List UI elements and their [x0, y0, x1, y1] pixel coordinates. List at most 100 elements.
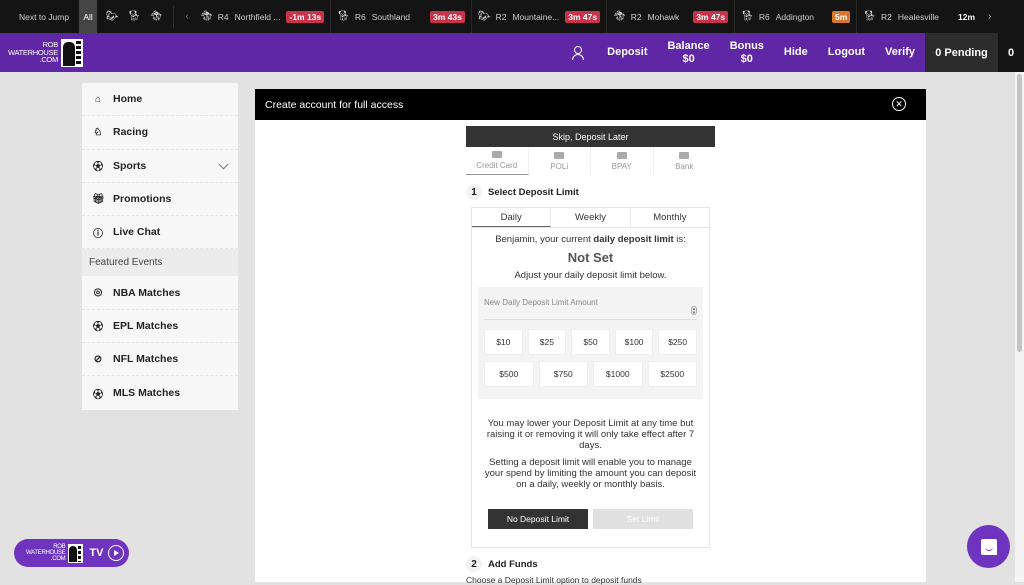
- sidebar-item-label: MLS Matches: [113, 387, 181, 400]
- sidebar-item-promotions[interactable]: 🎁︎ Promotions: [82, 183, 238, 217]
- race-item[interactable]: 🐎︎ R2 Mountaine... 3m 47s: [472, 0, 608, 33]
- payment-methods: Credit Card POLi BPAY Bank: [466, 147, 715, 175]
- thoroughbred-filter-icon[interactable]: 🐎︎: [101, 11, 123, 22]
- sidebar-item-nba[interactable]: ◎ NBA Matches: [82, 276, 238, 310]
- greyhound-icon: 🐕︎: [337, 11, 350, 22]
- no-deposit-limit-button[interactable]: No Deposit Limit: [488, 509, 588, 529]
- race-venue: Healesville: [897, 11, 940, 22]
- scrollbar-thumb[interactable]: [1017, 74, 1022, 352]
- harness-icon: 🏇︎: [613, 11, 626, 22]
- preset-amount-button[interactable]: $1000: [593, 361, 643, 387]
- sidebar-item-label: NFL Matches: [113, 353, 179, 366]
- help-icon: ⓘ: [93, 228, 103, 240]
- race-countdown: 5m: [832, 10, 851, 23]
- chevron-down-icon[interactable]: [218, 159, 229, 170]
- race-item[interactable]: 🏇︎ R2 Mohawk 3m 47s: [607, 0, 736, 33]
- amount-area: New Daily Deposit Limit Amount ▴ ▾ $10 $2…: [478, 287, 703, 399]
- close-icon[interactable]: ✕: [892, 97, 906, 111]
- preset-amount-button[interactable]: $10: [484, 329, 523, 355]
- limit-info-text: You may lower your Deposit Limit at any …: [486, 418, 695, 451]
- chevron-right-icon[interactable]: ›: [988, 11, 991, 22]
- sidebar-item-live-chat[interactable]: ⓘ Live Chat: [82, 216, 238, 250]
- method-poli[interactable]: POLi: [529, 147, 591, 175]
- sidebar-item-mls[interactable]: ⚽︎ MLS Matches: [82, 376, 238, 409]
- sidebar-item-nfl[interactable]: ⊘ NFL Matches: [82, 343, 238, 377]
- sidebar-item-label: EPL Matches: [113, 319, 179, 332]
- pending-bets-button[interactable]: 0 Pending: [925, 33, 998, 72]
- balance-label: Balance: [667, 39, 710, 52]
- deposit-modal: Create account for full access ✕ Skip, D…: [255, 89, 926, 585]
- preset-amount-button[interactable]: $2500: [647, 361, 697, 387]
- step-2-heading: 2 Add Funds: [466, 556, 715, 572]
- race-countdown: 3m 47s: [693, 10, 729, 23]
- preset-amount-button[interactable]: $500: [484, 361, 534, 387]
- tab-weekly[interactable]: Weekly: [551, 208, 631, 227]
- wallet-icon: [679, 151, 690, 159]
- greyhound-icon: 🐕︎: [863, 11, 877, 22]
- bonus-display[interactable]: Bonus $0: [720, 40, 774, 66]
- step-number: 1: [466, 184, 482, 200]
- race-venue: Northfield ...: [234, 11, 281, 22]
- method-bpay[interactable]: BPAY: [591, 147, 654, 175]
- bonus-value: $0: [740, 52, 753, 65]
- race-item[interactable]: 🐕︎ R2 Healesville 12m: [857, 0, 984, 33]
- chevron-left-icon[interactable]: ‹: [180, 11, 194, 22]
- harness-filter-icon[interactable]: 🏇︎: [145, 11, 167, 22]
- logo-text: ROB WATERHOUSE .COM: [26, 544, 66, 562]
- preset-amount-button[interactable]: $50: [571, 329, 610, 355]
- sidebar-item-racing[interactable]: ♘ Racing: [82, 116, 238, 150]
- method-credit-card[interactable]: Credit Card: [466, 147, 529, 175]
- soccer-ball-icon: ⚽︎: [93, 389, 103, 401]
- sidebar-item-label: NBA Matches: [113, 286, 181, 299]
- race-countdown: 3m 47s: [565, 10, 601, 23]
- greyhound-filter-icon[interactable]: 🐕︎: [123, 11, 145, 22]
- sidebar-item-sports[interactable]: ⚽︎ Sports: [82, 150, 238, 183]
- race-countdown: 3m 43s: [430, 10, 465, 23]
- sidebar-item-label: Racing: [113, 126, 149, 139]
- set-limit-button[interactable]: Set Limit: [593, 509, 693, 529]
- thoroughbred-icon: 🐎︎: [477, 11, 491, 22]
- verify-button[interactable]: Verify: [875, 46, 925, 59]
- method-bank[interactable]: Bank: [654, 147, 716, 175]
- sidebar-item-epl[interactable]: ⚽︎ EPL Matches: [82, 310, 238, 344]
- deposit-button[interactable]: Deposit: [597, 46, 657, 59]
- deposit-limit-amount-input[interactable]: New Daily Deposit Limit Amount ▴ ▾: [484, 292, 697, 320]
- race-item[interactable]: 🏇︎ R4 Northfield ... -1m 13s: [194, 0, 332, 33]
- tab-monthly[interactable]: Monthly: [631, 208, 709, 227]
- race-venue: Mohawk: [647, 11, 680, 22]
- preset-amount-button[interactable]: $250: [658, 329, 697, 355]
- user-icon[interactable]: [571, 45, 585, 60]
- bonus-label: Bonus: [729, 39, 764, 52]
- chat-launcher-button[interactable]: [967, 525, 1010, 568]
- preset-amount-button[interactable]: $25: [527, 329, 567, 355]
- tv-button[interactable]: ROB WATERHOUSE .COM TV: [14, 539, 129, 567]
- betslip-count[interactable]: 0: [998, 33, 1024, 72]
- chat-icon: [980, 538, 997, 555]
- page-scrollbar[interactable]: [1015, 72, 1024, 582]
- site-logo[interactable]: ROB WATERHOUSE .COM: [8, 38, 83, 67]
- race-countdown: 12m: [958, 11, 976, 22]
- skip-deposit-button[interactable]: Skip, Deposit Later: [466, 126, 715, 147]
- filter-all[interactable]: All: [79, 0, 98, 33]
- race-item[interactable]: 🐕︎ R6 Southland 3m 43s: [331, 0, 472, 33]
- preset-amount-button[interactable]: $100: [614, 329, 654, 355]
- logo-image: [60, 38, 83, 67]
- logo-text: ROB WATERHOUSE .COM: [8, 40, 58, 65]
- wallet-icon: [616, 151, 627, 159]
- step-number: 2: [466, 556, 482, 572]
- preset-amount-button[interactable]: $750: [538, 361, 588, 387]
- tab-daily[interactable]: Daily: [472, 208, 552, 227]
- race-item[interactable]: 🐕︎ R6 Addington 5m: [735, 0, 858, 33]
- deposit-limit-box: Daily Weekly Monthly Benjamin, your curr…: [471, 207, 710, 548]
- harness-icon: 🏇︎: [200, 11, 213, 22]
- logout-button[interactable]: Logout: [818, 46, 875, 59]
- sidebar-item-home[interactable]: ⌂ Home: [82, 83, 238, 117]
- balance-display[interactable]: Balance $0: [657, 40, 719, 66]
- amount-presets-row-1: $10 $25 $50 $100 $250: [484, 329, 697, 355]
- greyhound-icon: 🐕︎: [741, 11, 754, 22]
- number-spinner-icon[interactable]: ▴ ▾: [691, 306, 697, 316]
- home-icon: ⌂: [94, 93, 102, 105]
- header-nav: Deposit Balance $0 Bonus $0 Hide Logout …: [571, 33, 1024, 72]
- sidebar: ⌂ Home ♘ Racing ⚽︎ Sports 🎁︎ Promotions …: [82, 83, 238, 410]
- hide-button[interactable]: Hide: [774, 46, 818, 59]
